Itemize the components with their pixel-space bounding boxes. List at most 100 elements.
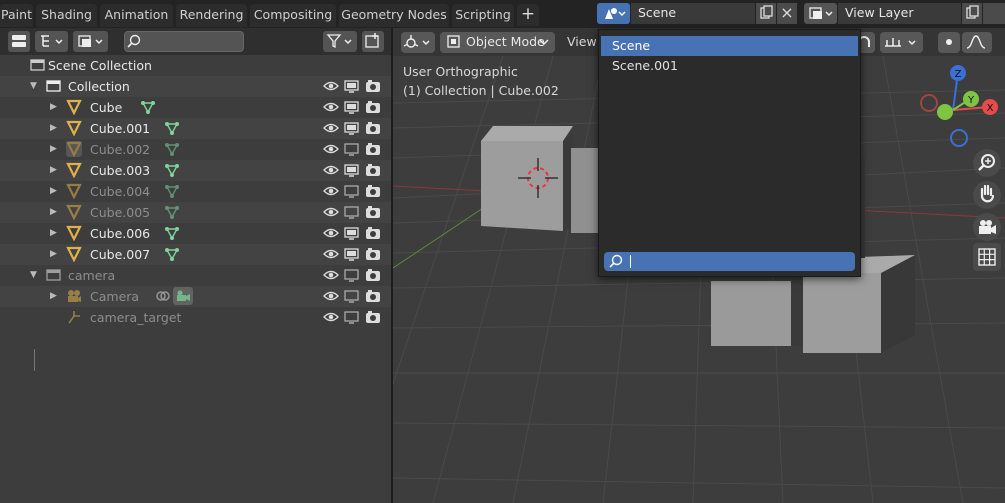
monitor-icon: [344, 80, 359, 93]
cube-cube-003[interactable]: [711, 268, 805, 346]
scene-name-field[interactable]: Scene: [631, 3, 755, 24]
mesh-object-icon: [66, 225, 82, 241]
visibility-toggles[interactable]: [323, 99, 383, 116]
tab-geometry-nodes[interactable]: Geometry Nodes: [339, 4, 449, 27]
outliner-search-input[interactable]: [124, 31, 244, 52]
constraint-and-camera-data-icon[interactable]: [154, 287, 194, 305]
expand-arrow-icon[interactable]: ▶: [50, 142, 57, 157]
view-layer-browse-button[interactable]: [804, 3, 837, 24]
tab-animation[interactable]: Animation: [100, 4, 173, 27]
zoom-button[interactable]: [973, 149, 1001, 177]
outliner-row[interactable]: Scene Collection: [0, 55, 391, 76]
duplicate-view-layer-button[interactable]: [962, 3, 982, 24]
negative-z-icon[interactable]: [950, 129, 968, 147]
expand-arrow-icon[interactable]: ▶: [50, 121, 57, 136]
scene-browse-button[interactable]: [597, 3, 630, 24]
tab-paint[interactable]: Paint: [0, 4, 33, 27]
outliner-row[interactable]: ▶ Camera: [0, 286, 391, 307]
visibility-toggles[interactable]: [323, 288, 383, 305]
proportional-icon: [946, 39, 952, 45]
monitor-icon: [344, 311, 359, 324]
visibility-toggles[interactable]: [323, 246, 383, 263]
expand-arrow-icon[interactable]: ▶: [50, 205, 57, 220]
visibility-toggles[interactable]: [323, 162, 383, 179]
expand-arrow-icon[interactable]: ▶: [50, 184, 57, 199]
scene-option-scene-001[interactable]: Scene.001: [601, 56, 858, 76]
mesh-data-icon[interactable]: [164, 204, 180, 220]
outliner-item-label: Cube.006: [90, 226, 151, 241]
mesh-object-icon: [66, 183, 82, 199]
outliner-row[interactable]: ▶ Cube.001: [0, 118, 391, 139]
tab-compositing[interactable]: Compositing: [250, 4, 336, 27]
new-collection-button[interactable]: [362, 31, 384, 52]
editor-type-button[interactable]: [401, 32, 435, 53]
editor-type-button[interactable]: [8, 31, 30, 52]
expand-arrow-icon[interactable]: ▶: [50, 163, 57, 178]
visibility-toggles[interactable]: [323, 120, 383, 137]
outliner-row[interactable]: ▶ Cube.002: [0, 139, 391, 160]
scene-search-input[interactable]: [604, 252, 855, 271]
view-menu[interactable]: View: [567, 34, 597, 49]
mesh-data-icon[interactable]: [164, 120, 180, 136]
visibility-toggles[interactable]: [323, 204, 383, 221]
mesh-data-icon[interactable]: [164, 183, 180, 199]
falloff-dropdown[interactable]: [962, 32, 992, 53]
negative-x-icon[interactable]: [920, 94, 938, 112]
mesh-data-icon[interactable]: [164, 162, 180, 178]
navigation-gizmo[interactable]: Z Y X: [915, 62, 1005, 162]
mesh-data-icon[interactable]: [164, 225, 180, 241]
mesh-data-icon[interactable]: [164, 141, 180, 157]
mesh-data-icon[interactable]: [140, 99, 156, 115]
visibility-toggles[interactable]: [323, 267, 383, 284]
expand-arrow-icon[interactable]: ▶: [50, 289, 57, 304]
duplicate-scene-button[interactable]: [756, 3, 776, 24]
proportional-edit-toggle[interactable]: [938, 32, 960, 53]
expand-arrow-icon[interactable]: ▶: [50, 100, 57, 115]
negative-y-icon[interactable]: [937, 104, 953, 120]
outliner-row[interactable]: ▶ Cube.005: [0, 202, 391, 223]
chevron-down-icon: [539, 39, 549, 46]
cube-cube-001[interactable]: [571, 148, 598, 233]
tab-scripting[interactable]: Scripting: [452, 4, 514, 27]
collapse-arrow-icon[interactable]: ▼: [30, 79, 37, 94]
tab-label: Compositing: [253, 7, 333, 22]
filter-view-layer-button[interactable]: [73, 31, 108, 52]
display-mode-button[interactable]: [35, 31, 68, 52]
outliner-row[interactable]: ▼ camera: [0, 265, 391, 286]
tree-view-icon: [41, 35, 63, 47]
outliner-row[interactable]: ▶ Cube.006: [0, 223, 391, 244]
snap-target-dropdown[interactable]: [880, 32, 923, 53]
delete-scene-button[interactable]: ×: [777, 3, 797, 24]
visibility-toggles[interactable]: [323, 309, 383, 326]
outliner-row[interactable]: ▶ Cube.007: [0, 244, 391, 265]
view-layer-name-field[interactable]: View Layer: [838, 3, 961, 24]
outliner-row[interactable]: ▶ Cube: [0, 97, 391, 118]
add-workspace-button[interactable]: +: [517, 4, 539, 26]
mesh-data-icon[interactable]: [164, 246, 180, 262]
outliner-row[interactable]: ▼ Collection: [0, 76, 391, 97]
mode-dropdown[interactable]: Object Mode: [440, 32, 555, 53]
expand-arrow-icon[interactable]: ▶: [50, 247, 57, 262]
outliner-row[interactable]: ▶ Cube.004: [0, 181, 391, 202]
perspective-toggle-button[interactable]: [973, 243, 1001, 271]
visibility-toggles[interactable]: [323, 225, 383, 242]
visibility-toggles[interactable]: [323, 183, 383, 200]
camera-view-button[interactable]: [973, 213, 1001, 241]
filter-button[interactable]: [323, 31, 357, 52]
outliner-row[interactable]: camera_target: [0, 307, 391, 328]
delete-view-layer-button[interactable]: [983, 3, 1005, 24]
copy-icon: [966, 5, 979, 19]
monitor-icon: [344, 143, 359, 156]
collection-icon: [46, 269, 61, 281]
render-camera-icon: [366, 185, 380, 197]
outliner-row[interactable]: ▶ Cube.003: [0, 160, 391, 181]
visibility-toggles[interactable]: [323, 141, 383, 158]
eye-icon: [323, 102, 339, 112]
tab-shading[interactable]: Shading: [36, 4, 97, 27]
collapse-arrow-icon[interactable]: ▼: [30, 268, 37, 283]
pan-button[interactable]: [973, 181, 1001, 209]
tab-rendering[interactable]: Rendering: [176, 4, 247, 27]
scene-option-scene[interactable]: Scene: [601, 36, 858, 56]
expand-arrow-icon[interactable]: ▶: [50, 226, 57, 241]
visibility-toggles[interactable]: [323, 78, 383, 95]
